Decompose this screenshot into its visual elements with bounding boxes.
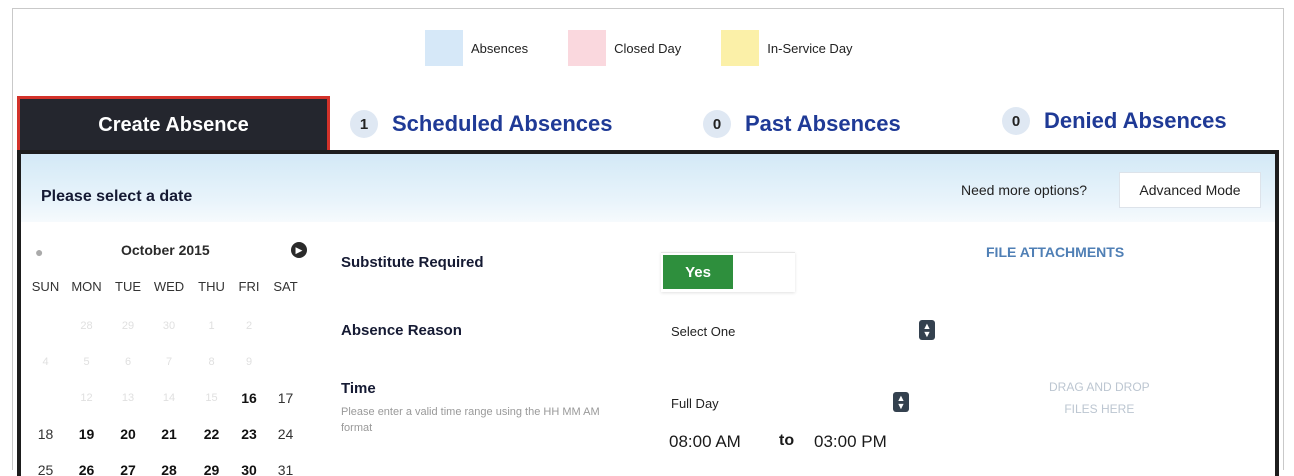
calendar-week-row: 12 13 14 15 16 17 [27,380,305,416]
legend-item-absences: Absences [425,30,528,66]
weekday-label: SAT [273,279,298,294]
chevron-right-icon[interactable]: ▶ [291,242,307,258]
time-range-separator: to [779,432,795,449]
drop-line: DRAG AND DROP [1049,380,1150,394]
calendar-day[interactable]: 1 [191,320,232,332]
calendar-day[interactable]: 8 [191,356,232,368]
absence-reason-select[interactable]: Select One [671,324,735,339]
calendar-day[interactable]: 23 [232,426,266,442]
more-options-text: Need more options? [961,182,1088,198]
file-drop-zone[interactable]: DRAG AND DROP FILES HERE [1049,376,1150,420]
legend-item-closed-day: Closed Day [568,30,681,66]
tab-past-absences[interactable]: 0 Past Absences [703,110,901,138]
calendar-week-row: 25 26 27 28 29 30 31 [27,452,305,476]
calendar-day[interactable]: 14 [147,392,191,404]
time-hint: Please enter a valid time range using th… [341,406,600,434]
weekday-label: SUN [31,279,60,294]
create-absence-panel: Please select a date Need more options? … [17,150,1279,476]
calendar-day[interactable]: 30 [147,320,191,332]
legend-item-in-service-day: In-Service Day [721,30,853,66]
calendar-day[interactable]: 25 [27,462,64,476]
calendar-day[interactable]: 22 [191,426,232,442]
calendar-day[interactable]: 21 [147,426,191,442]
calendar-day[interactable]: 13 [109,392,147,404]
tab-count-badge: 1 [350,110,378,138]
duration-select[interactable]: Full Day [671,396,719,411]
banner: Please select a date Need more options? … [21,154,1275,222]
calendar-day[interactable]: 4 [27,356,64,368]
weekday-label: WED [153,279,185,294]
tab-count-badge: 0 [703,110,731,138]
tab-label: Scheduled Absences [392,111,613,136]
calendar-day[interactable]: 31 [266,462,305,476]
calendar-day[interactable]: 5 [64,356,109,368]
select-arrows-icon[interactable]: ▲ ▼ [893,392,909,412]
calendar-week-row: 456789 [27,344,305,380]
calendar-month: October 2015 [121,242,210,258]
calendar-day[interactable]: 28 [147,462,191,476]
calendar-week-row: 18 19 20 21 22 23 24 [27,416,305,452]
time-label: Time [341,380,376,397]
tab-label: Create Absence [98,113,249,136]
start-time-input[interactable]: 08:00 AM [669,432,741,452]
legend-label: Closed Day [614,40,682,56]
substitute-required-toggle[interactable]: Yes [661,252,795,292]
legend: Absences Closed Day In-Service Day [425,30,893,66]
weekday-label: FRI [238,279,260,294]
calendar-day[interactable]: 17 [266,390,305,406]
calendar-day[interactable]: 9 [232,356,266,368]
legend-swatch-in-service-day [721,30,760,66]
calendar-day[interactable]: 29 [109,320,147,332]
weekday-label: THU [198,279,225,294]
calendar-grid: 28 29 30 1 2 4 5 6 7 8 9 12 13 14 15 16 17 18 19 20 21 22 23 24… [27,308,305,476]
legend-label: Absences [471,40,529,56]
tab-label: Denied Absences [1044,108,1227,133]
substitute-required-label: Substitute Required [341,254,484,271]
absence-reason-label: Absence Reason [341,322,462,339]
banner-title: Please select a date [41,188,193,205]
calendar-day[interactable]: 28 [64,320,109,332]
weekday-label: TUE [115,279,141,294]
calendar-day[interactable]: 18 [27,426,64,442]
chevron-left-icon[interactable]: ● [35,244,43,260]
calendar-day[interactable]: 20 [109,426,147,442]
calendar-day[interactable]: 7 [147,356,191,368]
tab-label: Past Absences [745,111,901,136]
calendar-day[interactable]: 30 [232,462,266,476]
legend-swatch-absences [425,30,463,66]
calendar-day[interactable]: 27 [109,462,147,476]
calendar-weekday-header: SUN MON TUE WED THU FRI SAT [27,279,305,294]
calendar-day[interactable]: 24 [266,426,305,442]
calendar-week-row: 28 29 30 1 2 [27,308,305,344]
drop-line: FILES HERE [1064,402,1135,416]
calendar-day[interactable]: 2 [232,320,266,332]
tab-denied-absences[interactable]: 0 Denied Absences [1002,107,1227,135]
toggle-on-label: Yes [663,255,733,289]
advanced-mode-button[interactable]: Advanced Mode [1119,172,1261,208]
tab-scheduled-absences[interactable]: 1 Scheduled Absences [350,110,612,138]
select-arrows-icon[interactable]: ▲ ▼ [919,320,935,340]
legend-swatch-closed-day [568,30,607,66]
tab-count-badge: 0 [1002,107,1030,135]
calendar-day[interactable]: 29 [191,462,232,476]
calendar-day[interactable]: 15 [191,392,232,404]
calendar-day[interactable]: 12 [64,392,109,404]
weekday-label: MON [71,279,102,294]
file-attachments-title: FILE ATTACHMENTS [986,244,1125,260]
calendar-day[interactable]: 16 [232,390,266,406]
tab-create-absence[interactable]: Create Absence [17,96,330,154]
calendar-day[interactable]: 19 [64,426,109,442]
calendar-day[interactable]: 6 [109,356,147,368]
legend-label: In-Service Day [767,40,853,56]
end-time-input[interactable]: 03:00 PM [814,432,887,452]
calendar-day[interactable]: 26 [64,462,109,476]
